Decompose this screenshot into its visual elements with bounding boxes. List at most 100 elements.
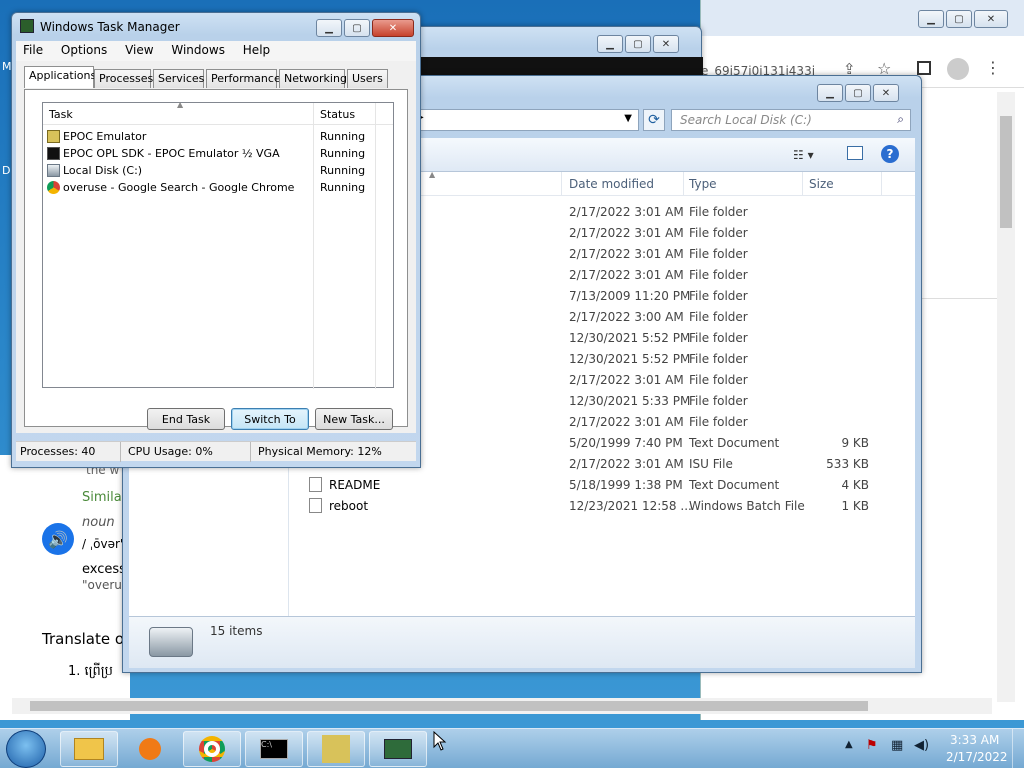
search-box[interactable]: Search Local Disk (C:) ⌕ [671,109,911,131]
profile-avatar[interactable] [947,58,969,80]
file-date: 5/18/1999 1:38 PM [569,478,683,492]
file-type: Windows Batch File [689,499,805,513]
action-center-icon[interactable]: ⚑ [866,738,878,753]
tab-performance[interactable]: Performance [206,69,281,88]
task-row[interactable]: EPOC OPL SDK - EPOC Emulator ½ VGA Runnin… [47,145,391,162]
new-task-button[interactable]: New Task... [315,408,393,430]
address-dropdown-icon[interactable]: ▼ [624,113,632,124]
chrome-menu-icon[interactable]: ⋮ [985,58,1001,77]
menu-file[interactable]: File [16,41,50,59]
minimize-button[interactable]: ▁ [918,10,944,28]
menu-bar: File Options View Windows Help [16,41,416,61]
minimize-button[interactable]: ▁ [316,19,342,37]
end-task-button[interactable]: End Task [147,408,225,430]
volume-icon[interactable]: ◀) [914,738,929,753]
close-button[interactable]: ✕ [974,10,1008,28]
tab-users[interactable]: Users [347,69,388,88]
menu-windows[interactable]: Windows [164,41,232,59]
file-type: File folder [689,205,748,219]
task-row[interactable]: overuse - Google Search - Google Chrome R… [47,179,391,196]
tab-processes[interactable]: Processes [94,69,153,88]
explorer-taskbar-icon[interactable] [60,731,118,767]
show-desktop-button[interactable] [1012,729,1024,768]
maximize-button[interactable]: ▢ [625,35,651,53]
maximize-button[interactable]: ▢ [845,84,871,102]
close-button[interactable]: ✕ [372,19,414,37]
media-player-taskbar-icon[interactable] [121,731,179,767]
close-button[interactable]: ✕ [653,35,679,53]
similar-link[interactable]: Simila [82,490,122,505]
column-date[interactable]: Date modified [569,177,654,191]
scroll-thumb[interactable] [1000,116,1012,228]
definition: excess [82,562,126,577]
file-date: 2/17/2022 3:01 AM [569,457,684,471]
cmd-taskbar-icon[interactable]: C:\ [245,731,303,767]
column-task[interactable]: Task [49,108,73,121]
views-icon[interactable]: ☷ ▾ [793,148,814,162]
maximize-button[interactable]: ▢ [344,19,370,37]
file-date: 2/17/2022 3:01 AM [569,373,684,387]
refresh-icon[interactable]: ⟳ [643,109,665,131]
file-type: File folder [689,247,748,261]
menu-view[interactable]: View [118,41,160,59]
column-type[interactable]: Type [689,177,717,191]
desktop-icon-label[interactable]: D [2,164,10,177]
translate-heading: Translate o [42,630,125,648]
minimize-button[interactable]: ▁ [817,84,843,102]
status-separator [250,442,251,462]
chrome-h-scrollbar[interactable] [12,698,992,714]
status-processes: Processes: 40 [20,445,96,458]
item-count: 15 items [210,624,263,638]
address-bar[interactable]: ▶ ▼ [413,109,639,131]
file-date: 2/17/2022 3:01 AM [569,247,684,261]
chrome-h-scroll-thumb[interactable] [30,701,868,711]
column-status[interactable]: Status [320,108,355,121]
tab-services[interactable]: Services [153,69,204,88]
search-icon[interactable]: ⌕ [897,112,904,127]
file-size: 1 KB [841,499,869,513]
speaker-icon[interactable]: 🔊 [42,523,74,555]
maximize-button[interactable]: ▢ [946,10,972,28]
task-row[interactable]: Local Disk (C:) Running [47,162,391,179]
col-separator [683,172,684,196]
file-size: 9 KB [841,436,869,450]
sidepanel-icon[interactable] [917,61,931,75]
menu-options[interactable]: Options [54,41,114,59]
task-manager-icon [20,19,34,33]
file-type: File folder [689,268,748,282]
menu-help[interactable]: Help [236,41,277,59]
minimize-button[interactable]: ▁ [597,35,623,53]
file-type: File folder [689,415,748,429]
task-status: Running [320,130,366,143]
task-name: EPOC OPL SDK - EPOC Emulator ½ VGA [63,147,280,160]
col-separator [561,172,562,196]
sort-arrow-icon: ▲ [429,170,436,179]
chrome-taskbar-icon[interactable] [183,731,241,767]
task-row[interactable]: EPOC Emulator Running [47,128,391,145]
preview-pane-icon[interactable] [847,146,863,160]
tab-applications[interactable]: Applications [24,66,96,88]
clock-time[interactable]: 3:33 AM [950,733,999,747]
switch-to-button[interactable]: Switch To [231,408,309,430]
task-manager-taskbar-icon[interactable] [369,731,427,767]
clock-date[interactable]: 2/17/2022 [946,750,1008,764]
column-size[interactable]: Size [809,177,834,191]
file-type: File folder [689,331,748,345]
details-pane: 15 items [129,616,915,668]
file-type: ISU File [689,457,733,471]
epoc-taskbar-icon[interactable] [307,731,365,767]
show-hidden-icons-icon[interactable]: ▲ [845,739,853,750]
status-separator [120,442,121,462]
help-icon[interactable]: ? [881,145,899,163]
network-icon[interactable]: ▦ [891,738,903,753]
file-date: 2/17/2022 3:01 AM [569,268,684,282]
file-row[interactable]: README 5/18/1999 1:38 PM Text Document 4 KB [289,475,909,496]
tab-networking[interactable]: Networking [279,69,347,88]
task-list[interactable]: ▲ Task Status EPOC Emulator Running EPOC O… [42,100,394,389]
file-row[interactable]: reboot 12/23/2021 12:58 ... Windows Batch … [289,496,909,517]
chrome-scrollbar[interactable] [997,92,1015,702]
col-separator [802,172,803,196]
close-button[interactable]: ✕ [873,84,899,102]
desktop-icon-label[interactable]: M [2,60,12,73]
start-button[interactable] [6,730,46,768]
